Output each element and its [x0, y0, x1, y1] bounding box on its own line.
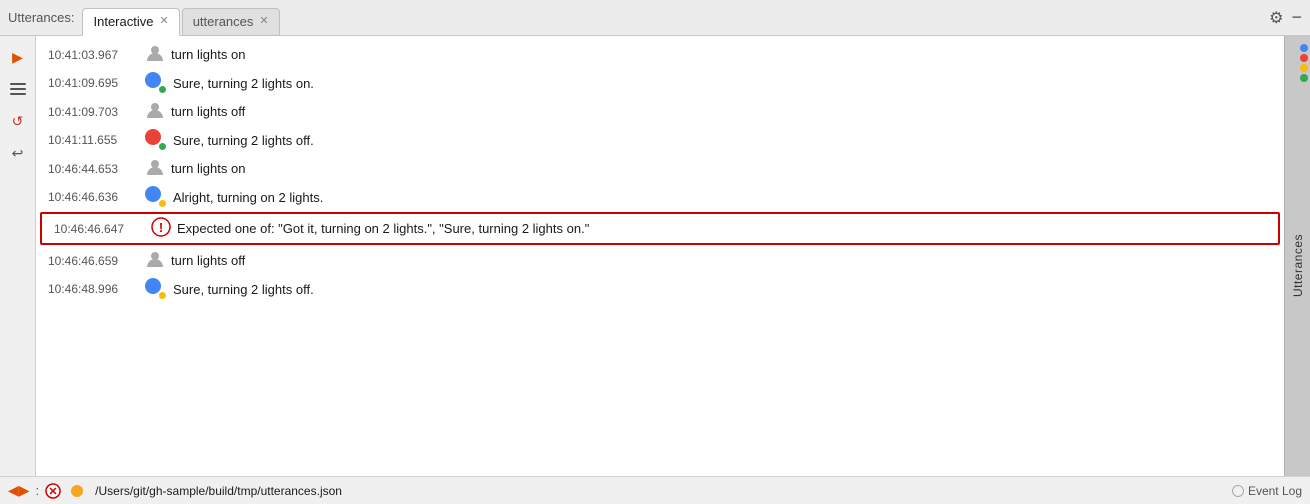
- log-time: 10:41:11.655: [48, 133, 143, 147]
- log-row[interactable]: 10:41:11.655 Sure, turning 2 lights off.: [36, 126, 1284, 154]
- tab-bar: Utterances: Interactive ✕ utterances ✕ ⚙…: [0, 0, 1310, 36]
- status-error-icon: [45, 483, 61, 499]
- left-sidebar: ▶ ↺ ↩: [0, 36, 36, 476]
- status-path: /Users/git/gh-sample/build/tmp/utterance…: [95, 484, 342, 498]
- log-time: 10:41:09.695: [48, 76, 143, 90]
- log-row[interactable]: 10:46:46.636 Alright, turning on 2 light…: [36, 183, 1284, 211]
- avatar-user: [145, 157, 165, 180]
- avatar-bot: [145, 186, 167, 208]
- bot-small-circle: [158, 142, 167, 151]
- log-message: turn lights on: [171, 47, 245, 62]
- log-message: Sure, turning 2 lights off.: [173, 133, 314, 148]
- log-time: 10:41:09.703: [48, 105, 143, 119]
- right-sidebar-label: Utterances: [1291, 234, 1305, 297]
- bot-small-circle: [158, 291, 167, 300]
- collapse-button[interactable]: −: [1291, 7, 1302, 28]
- avatar-user: [145, 100, 165, 123]
- right-sidebar: Utterances: [1284, 36, 1310, 476]
- log-message: Alright, turning on 2 lights.: [173, 190, 323, 205]
- log-message: turn lights off: [171, 104, 245, 119]
- sidebar-play-icon[interactable]: ▶: [5, 44, 31, 70]
- log-row[interactable]: 10:41:03.967 turn lights on: [36, 40, 1284, 69]
- log-message: turn lights off: [171, 253, 245, 268]
- status-bar: ◀▶ : /Users/git/gh-sample/build/tmp/utte…: [0, 476, 1310, 504]
- tab-utterances-label: utterances: [193, 14, 254, 29]
- log-row[interactable]: 10:46:44.653 turn lights on: [36, 154, 1284, 183]
- log-time: 10:46:46.636: [48, 190, 143, 204]
- avatar-bot: [145, 129, 167, 151]
- dot-red: [1300, 54, 1308, 62]
- status-play-icon: ◀▶: [8, 482, 30, 499]
- avatar-user: [145, 249, 165, 272]
- log-time: 10:46:46.659: [48, 254, 143, 268]
- log-row[interactable]: 10:46:46.659 turn lights off: [36, 246, 1284, 275]
- log-row[interactable]: 10:46:46.647 ! Expected one of: "Got it,…: [40, 212, 1280, 245]
- log-time: 10:46:46.647: [54, 222, 149, 236]
- avatar-user: [145, 43, 165, 66]
- dot-blue: [1300, 44, 1308, 52]
- log-message: Sure, turning 2 lights off.: [173, 282, 314, 297]
- log-area[interactable]: 10:41:03.967 turn lights on10:41:09.695 …: [36, 36, 1284, 476]
- avatar-bot: [145, 278, 167, 300]
- avatar-error: !: [151, 217, 171, 240]
- bot-small-circle: [158, 85, 167, 94]
- tab-interactive-close[interactable]: ✕: [159, 16, 168, 27]
- log-time: 10:46:48.996: [48, 282, 143, 296]
- avatar-bot: [145, 72, 167, 94]
- tab-bar-label: Utterances:: [8, 10, 74, 25]
- status-dot-orange: [71, 485, 83, 497]
- log-message: Sure, turning 2 lights on.: [173, 76, 314, 91]
- right-sidebar-icons: [1300, 44, 1308, 82]
- tab-interactive[interactable]: Interactive ✕: [82, 8, 179, 36]
- log-message: Expected one of: "Got it, turning on 2 l…: [177, 221, 589, 236]
- status-colon: :: [36, 483, 40, 498]
- bot-small-circle: [158, 199, 167, 208]
- event-log-button[interactable]: Event Log: [1232, 484, 1302, 498]
- log-row[interactable]: 10:41:09.703 turn lights off: [36, 97, 1284, 126]
- event-log-circle: [1232, 485, 1244, 497]
- dot-green: [1300, 74, 1308, 82]
- log-row[interactable]: 10:46:48.996 Sure, turning 2 lights off.: [36, 275, 1284, 303]
- tab-utterances-close[interactable]: ✕: [259, 16, 268, 27]
- log-message: turn lights on: [171, 161, 245, 176]
- dot-yellow: [1300, 64, 1308, 72]
- tab-utterances[interactable]: utterances ✕: [182, 8, 280, 36]
- log-row[interactable]: 10:41:09.695 Sure, turning 2 lights on.: [36, 69, 1284, 97]
- sidebar-list-icon[interactable]: [5, 76, 31, 102]
- tab-interactive-label: Interactive: [93, 14, 153, 29]
- sidebar-undo-icon[interactable]: ↩: [5, 140, 31, 166]
- svg-text:!: !: [159, 220, 163, 235]
- event-log-label: Event Log: [1248, 484, 1302, 498]
- log-time: 10:46:44.653: [48, 162, 143, 176]
- main-content: ▶ ↺ ↩ 10:41:03.967 turn lights on10:41:0…: [0, 36, 1310, 476]
- settings-button[interactable]: ⚙: [1269, 8, 1283, 28]
- sidebar-refresh-icon[interactable]: ↺: [5, 108, 31, 134]
- log-time: 10:41:03.967: [48, 48, 143, 62]
